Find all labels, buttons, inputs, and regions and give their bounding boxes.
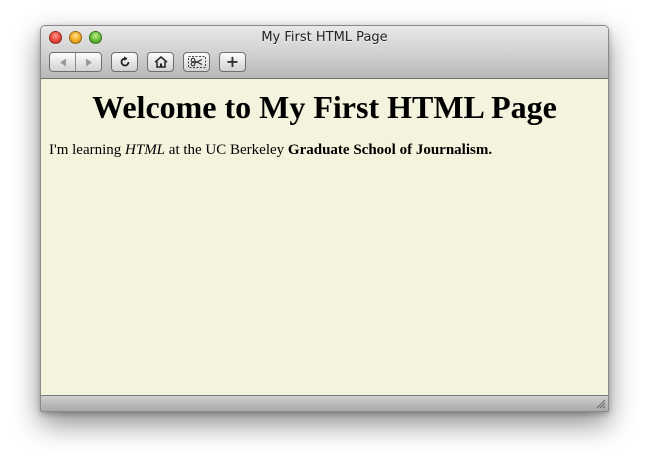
back-button[interactable] [50,53,75,71]
forward-arrow-icon [85,58,92,66]
intro-html-emphasis: HTML [125,142,166,158]
home-button[interactable] [147,52,174,72]
scissors-icon [187,56,206,68]
intro-text-start: I'm learning [49,142,126,158]
add-bookmark-button[interactable]: + [219,52,246,72]
back-forward-control [49,52,102,72]
forward-button[interactable] [75,53,101,71]
home-icon [154,56,167,68]
reload-button[interactable] [111,52,138,72]
page-heading: Welcome to My First HTML Page [92,89,557,125]
web-clip-button[interactable] [183,52,210,72]
resize-grip-icon[interactable] [595,398,606,409]
intro-text-middle: at the UC Berkeley [165,142,288,158]
back-arrow-icon [59,58,66,66]
intro-school-name: Graduate School of Journalism. [287,142,493,158]
intro-paragraph: I'm learning HTML at the UC Berkeley Gra… [41,126,608,159]
window-title: My First HTML Page [261,30,388,45]
reload-icon [120,56,129,67]
toolbar: + [49,51,246,73]
status-bar [41,395,608,411]
plus-icon: + [225,52,240,71]
title-bar[interactable]: My First HTML Page + [41,26,608,79]
page-content: Welcome to My First HTML Page I'm learni… [41,79,608,395]
browser-window: My First HTML Page + Welcome to My First… [40,25,609,412]
